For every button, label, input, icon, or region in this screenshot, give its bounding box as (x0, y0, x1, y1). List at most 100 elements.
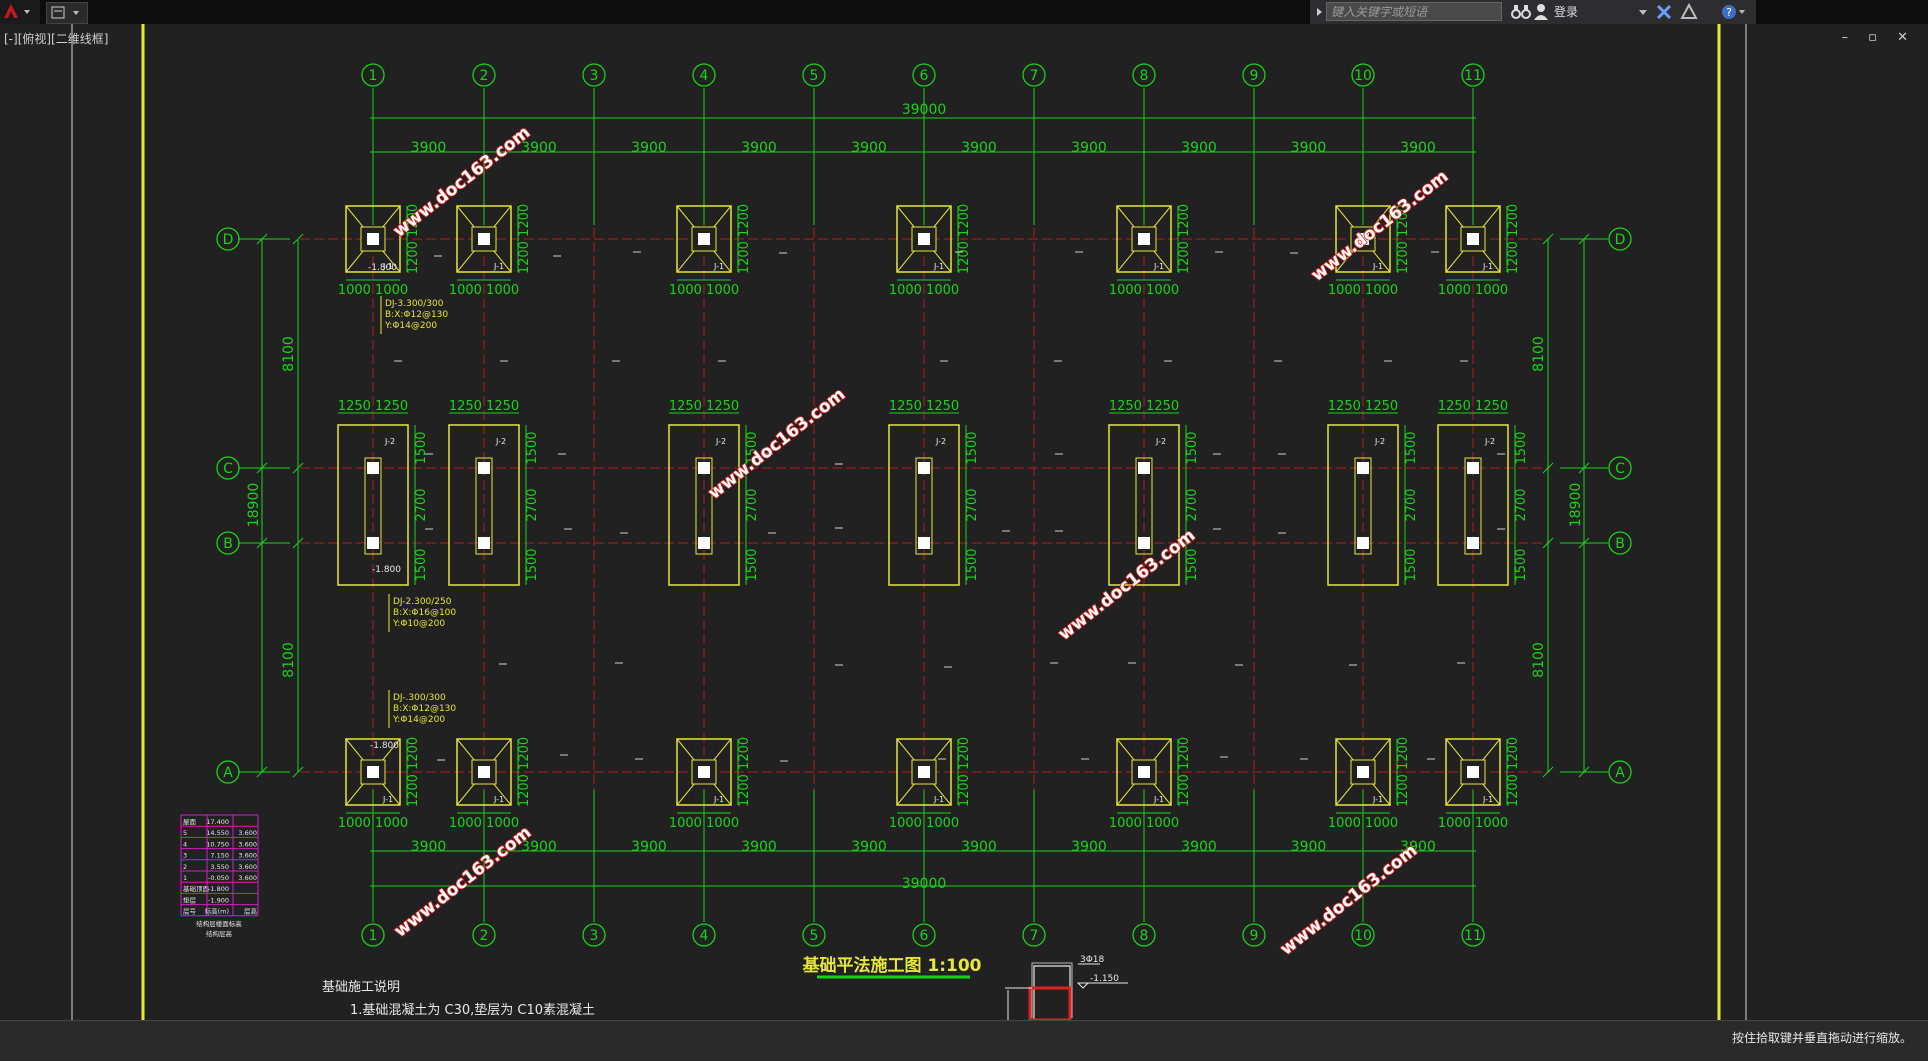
dim-vertical: 2700 (1185, 488, 1200, 521)
axis-label: 7 (1030, 928, 1039, 944)
column-section (1138, 766, 1150, 778)
footing-j1: 1200 1200 1000 1000 J-1 (1328, 737, 1411, 831)
table-cell: 5 (183, 829, 187, 837)
footing-j1: 1200 1200 1000 1000 J-1 (1109, 737, 1192, 831)
dim-vertical: 1200 1200 (737, 204, 752, 274)
dim-vertical: 8100 (281, 336, 297, 372)
dim-vertical: 18900 (246, 483, 262, 528)
footing-j2: 1250 1250 J-2 1500 2700 1500 (337, 399, 429, 586)
footing-j1: 1200 1200 1000 1000 J-1 (449, 737, 532, 831)
elevation-mark: -1.800 (370, 741, 399, 751)
spec-line: B:X:Φ16@100 (393, 608, 456, 618)
spec-line: DJ-3.300/300 (385, 299, 444, 309)
dim-vertical: 1200 1200 (1396, 737, 1411, 807)
axis-label: 10 (1354, 928, 1372, 944)
column-section (478, 537, 490, 549)
column-section (367, 462, 379, 474)
table-cell: 10.750 (206, 840, 229, 848)
dim-vertical: 1500 (965, 548, 980, 581)
footing-label: J-2 (715, 437, 726, 446)
footing-j1: 1200 1200 1000 1000 J-1 (1438, 737, 1521, 831)
footing-outline (448, 424, 520, 586)
table-cell: 14.550 (206, 829, 229, 837)
table-cell: 7.150 (210, 852, 229, 860)
drawing-canvas[interactable]: 3900039000390039003900390039003900390039… (0, 0, 1928, 1020)
status-message: 按住拾取键并垂直拖动进行缩放。 (1731, 1031, 1912, 1045)
footing-outline (888, 424, 960, 586)
dim-bay: 3900 (1291, 140, 1327, 156)
dim-vertical: 1200 1200 (737, 737, 752, 807)
dim-bay: 3900 (741, 140, 777, 156)
footing-j1: 1200 1200 1000 1000 J-1 (669, 204, 752, 298)
dim-bay: 3900 (1181, 140, 1217, 156)
dim-horizontal: 1000 1000 (889, 283, 959, 298)
dim-bay: 3900 (411, 140, 447, 156)
dim-bay: 3900 (1291, 839, 1327, 855)
footing-j1: 1200 1200 1000 1000 J-1 (1438, 204, 1521, 298)
section-detail: 3Φ18 -1.150 (1005, 955, 1128, 1020)
table-cell: 3.550 (210, 863, 229, 871)
dim-vertical: 1200 1200 (517, 204, 532, 274)
axis-label: B (223, 536, 233, 552)
dim-bay: 3900 (1071, 140, 1107, 156)
dim-vertical: 8100 (281, 642, 297, 678)
table-cell: 基础顶面 (183, 884, 210, 893)
table-caption: 结构层楼面标高 (196, 919, 242, 928)
column-section (1357, 537, 1369, 549)
column-section (1467, 462, 1479, 474)
dim-bay: 3900 (851, 839, 887, 855)
footing-outline (337, 424, 409, 586)
dim-vertical: 2700 (1514, 488, 1529, 521)
table-cell: -1.900 (208, 896, 229, 904)
table-cell: 3.600 (238, 863, 257, 871)
drawing-title: 基础平法施工图 1:100 (801, 955, 981, 976)
footing-outline (1437, 424, 1509, 586)
dim-vertical: 1200 1200 (1177, 204, 1192, 274)
footing-j2: 1250 1250 J-2 1500 2700 1500 (1437, 399, 1529, 586)
axis-label: 5 (810, 68, 819, 84)
dim-total: 39000 (902, 102, 947, 118)
footing-label: J-2 (935, 437, 946, 446)
column-section (1138, 537, 1150, 549)
foundation-spec: DJ-3.300/300B:X:Φ12@130Y:Φ14@200 (380, 296, 448, 334)
footing-j1: 1200 1200 1000 1000 J-1 (449, 204, 532, 298)
dim-vertical: 1500 (1514, 548, 1529, 581)
axis-label: 8 (1140, 68, 1149, 84)
dim-horizontal: 1250 1250 (1438, 399, 1508, 414)
table-cell: -1.800 (208, 885, 229, 893)
column-section (918, 537, 930, 549)
column-section (918, 462, 930, 474)
column-section (1467, 766, 1479, 778)
dim-vertical: 18900 (1568, 483, 1584, 528)
footing-j1: 1200 1200 1000 1000 J-1 (889, 204, 972, 298)
footing-label: J-1 (493, 795, 504, 804)
column-section (478, 462, 490, 474)
dim-horizontal: 1250 1250 (1109, 399, 1179, 414)
footing-label: J-1 (713, 262, 724, 271)
footing-j1: 1200 1200 1000 1000 J-1 (1109, 204, 1192, 298)
dim-vertical: 1500 (1185, 548, 1200, 581)
footing-j1: 1200 1200 1000 1000 J-1 (889, 737, 972, 831)
axis-label: 2 (480, 68, 489, 84)
footing-label: J-1 (1153, 262, 1164, 271)
dim-vertical: 1500 (1404, 548, 1419, 581)
dim-vertical: 2700 (745, 488, 760, 521)
dim-vertical: 1500 (525, 548, 540, 581)
footing-label: J-2 (1484, 437, 1495, 446)
dim-bay: 3900 (1071, 839, 1107, 855)
axis-label: 7 (1030, 68, 1039, 84)
dim-vertical: 1500 (1185, 431, 1200, 464)
axis-label: A (1615, 765, 1625, 781)
spec-line: Y:Φ10@200 (392, 619, 445, 629)
axis-label: 4 (700, 68, 709, 84)
elevation-mark: -1.800 (372, 565, 401, 575)
column-section (1138, 233, 1150, 245)
axis-label: 1 (369, 68, 378, 84)
footings: 1200 1200 1000 1000 J-1 1200 1200 1000 1000 J… (337, 204, 1529, 831)
dim-bay: 3900 (631, 140, 667, 156)
footing-outline (668, 424, 740, 586)
dim-bay: 3900 (1400, 140, 1436, 156)
footing-label: J-2 (1155, 437, 1166, 446)
axis-label: 4 (700, 928, 709, 944)
beam-labels (394, 251, 1505, 762)
